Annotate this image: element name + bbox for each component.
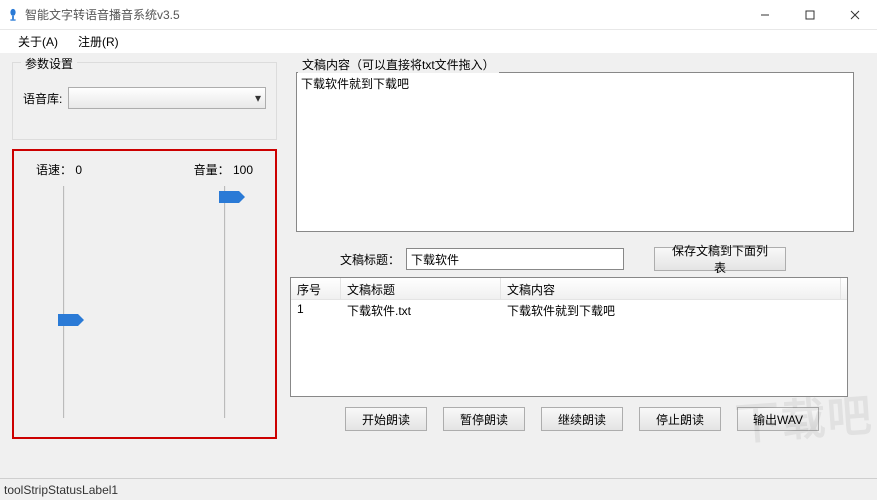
voice-lib-combo[interactable]: ▾ xyxy=(68,87,266,109)
pause-read-button[interactable]: 暂停朗读 xyxy=(443,407,525,431)
volume-slider[interactable] xyxy=(215,186,235,418)
col-file[interactable]: 文件 xyxy=(841,278,848,299)
title-label: 文稿标题： xyxy=(340,251,400,268)
cell-content: 下载软件就到下载吧 xyxy=(501,300,841,320)
col-index[interactable]: 序号 xyxy=(291,278,341,299)
title-input[interactable] xyxy=(406,248,624,270)
maximize-button[interactable] xyxy=(787,0,832,29)
status-bar: toolStripStatusLabel1 xyxy=(0,478,877,500)
export-wav-button[interactable]: 输出WAV xyxy=(737,407,819,431)
cell-index: 1 xyxy=(291,300,341,320)
params-group-label: 参数设置 xyxy=(21,55,77,72)
slider-panel: 语速： 0 音量： 100 xyxy=(12,149,277,439)
document-list[interactable]: 序号 文稿标题 文稿内容 文件 1 下载软件.txt 下载软件就到下载吧 D:\ xyxy=(290,277,848,397)
col-title[interactable]: 文稿标题 xyxy=(341,278,501,299)
resume-read-button[interactable]: 继续朗读 xyxy=(541,407,623,431)
volume-label: 音量： 100 xyxy=(194,161,253,178)
start-read-button[interactable]: 开始朗读 xyxy=(345,407,427,431)
menu-about[interactable]: 关于(A) xyxy=(8,30,68,53)
cell-file: D:\ xyxy=(841,300,848,320)
save-to-list-button[interactable]: 保存文稿到下面列表 xyxy=(654,247,786,271)
main-content: 参数设置 语音库: ▾ 语速： 0 音量： 100 xyxy=(0,54,877,478)
title-bar: 智能文字转语音播音系统v3.5 xyxy=(0,0,877,30)
speed-label: 语速： 0 xyxy=(36,161,82,178)
close-button[interactable] xyxy=(832,0,877,29)
minimize-button[interactable] xyxy=(742,0,787,29)
voice-lib-label: 语音库: xyxy=(23,90,62,107)
cell-title: 下载软件.txt xyxy=(341,300,501,320)
col-content[interactable]: 文稿内容 xyxy=(501,278,841,299)
params-group: 参数设置 语音库: ▾ xyxy=(12,62,277,140)
stop-read-button[interactable]: 停止朗读 xyxy=(639,407,721,431)
app-icon xyxy=(6,8,20,22)
status-label: toolStripStatusLabel1 xyxy=(4,483,118,497)
menu-bar: 关于(A) 注册(R) xyxy=(0,30,877,54)
menu-register[interactable]: 注册(R) xyxy=(68,30,129,53)
chevron-down-icon: ▾ xyxy=(255,91,261,105)
content-textarea[interactable] xyxy=(296,72,854,232)
window-title: 智能文字转语音播音系统v3.5 xyxy=(25,6,742,23)
speed-slider[interactable] xyxy=(54,186,74,418)
text-group-label: 文稿内容（可以直接将txt文件拖入） xyxy=(298,56,499,73)
table-row[interactable]: 1 下载软件.txt 下载软件就到下载吧 D:\ xyxy=(291,300,848,320)
